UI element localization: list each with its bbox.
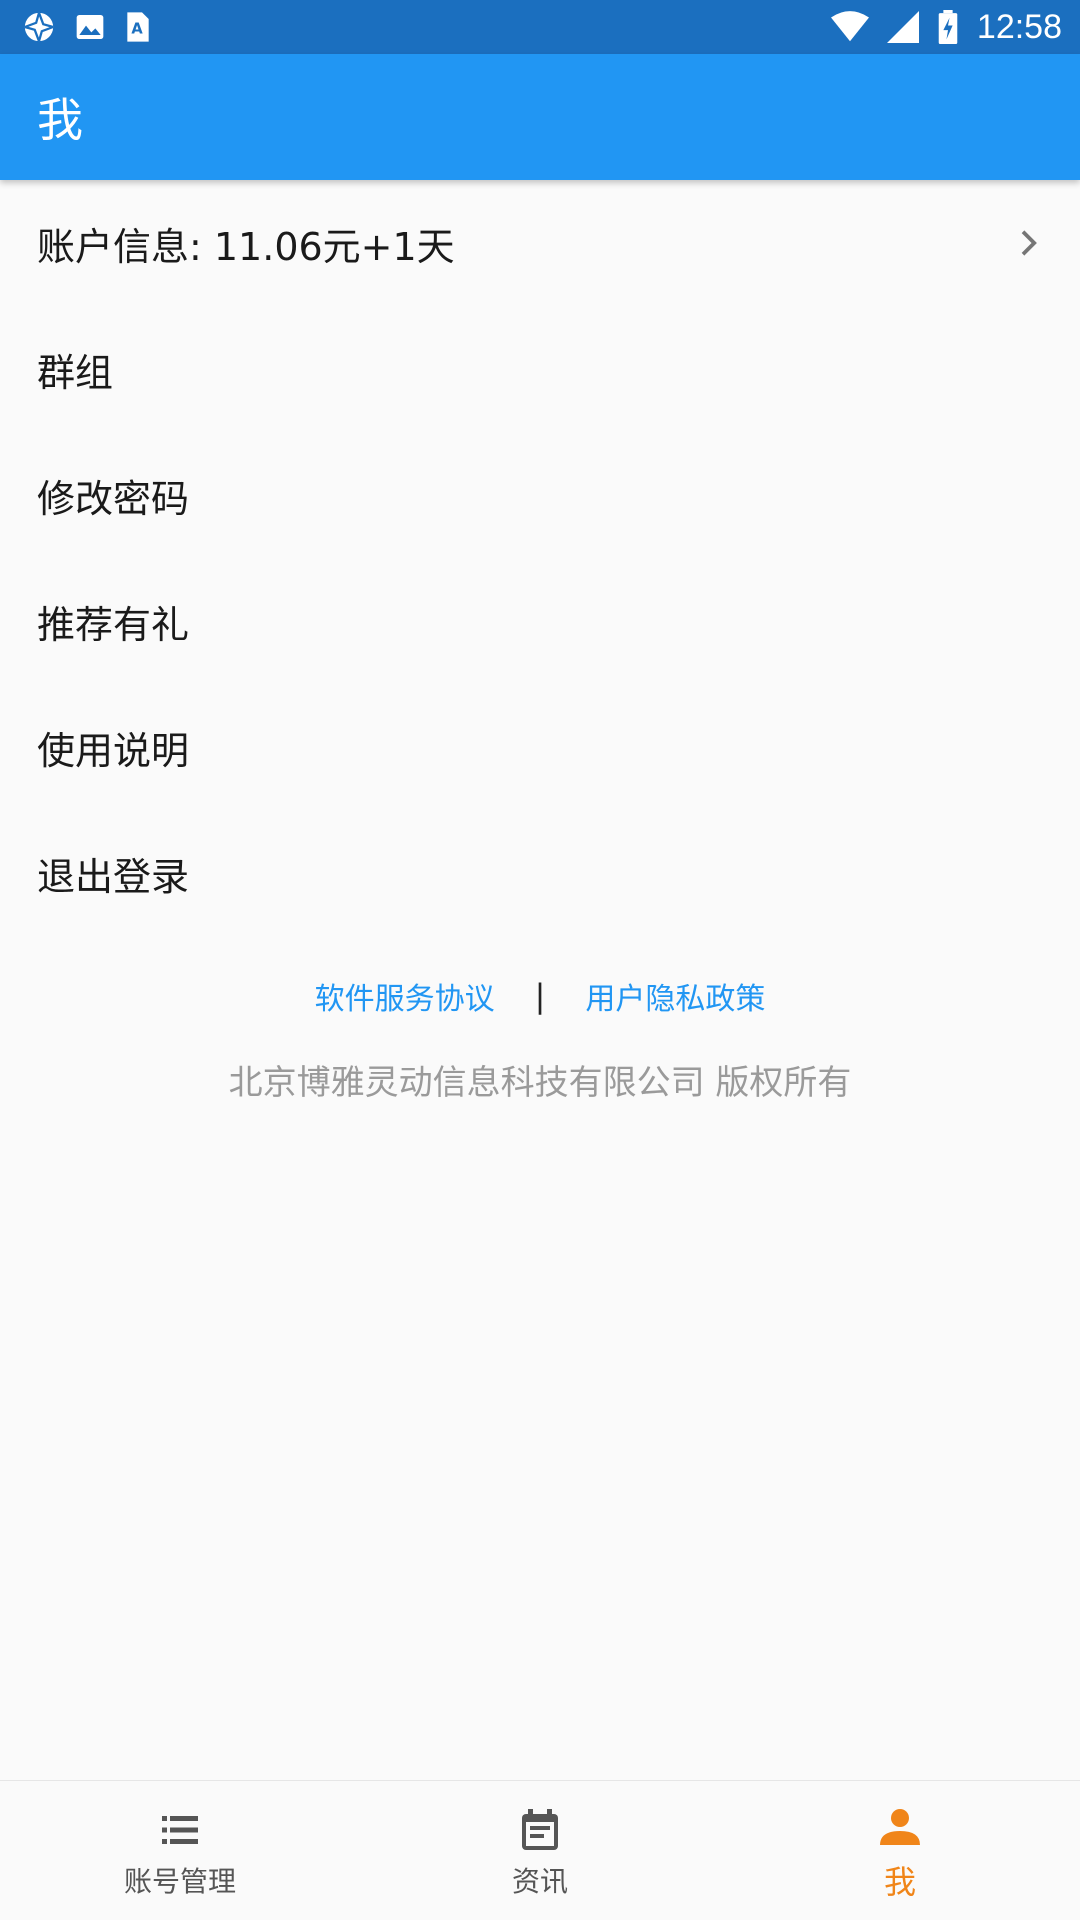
nav-item-label: 账号管理 xyxy=(123,1864,236,1898)
menu-item-groups[interactable]: 群组 xyxy=(0,306,1080,432)
text-app-icon: A xyxy=(127,12,149,42)
menu-item-label: 退出登录 xyxy=(37,854,190,899)
page-title: 我 xyxy=(37,93,83,147)
wifi-icon xyxy=(830,11,869,42)
image-icon xyxy=(76,15,104,39)
footer-links: 软件服务协议 | 用户隐私政策 xyxy=(0,970,1080,1022)
svg-text:A: A xyxy=(131,21,143,38)
menu-item-referral[interactable]: 推荐有礼 xyxy=(0,558,1080,684)
link-separator: | xyxy=(534,977,546,1015)
copyright-text: 北京博雅灵动信息科技有限公司 版权所有 xyxy=(228,1063,852,1103)
bottom-nav: 账号管理 资讯 我 xyxy=(0,1780,1080,1920)
service-agreement-link[interactable]: 软件服务协议 xyxy=(315,974,495,1018)
list-icon xyxy=(162,1815,198,1844)
menu-item-label: 推荐有礼 xyxy=(37,602,190,647)
menu-item-logout[interactable]: 退出登录 xyxy=(0,810,1080,936)
status-left-icons: A xyxy=(22,10,152,44)
app-bar: 我 xyxy=(0,54,1080,180)
menu-item-instructions[interactable]: 使用说明 xyxy=(0,684,1080,810)
menu-item-account-info[interactable]: 账户信息: 11.06元+1天 xyxy=(0,180,1080,306)
menu-list: 账户信息: 11.06元+1天 群组 修改密码 推荐有礼 使用说明 退出登录 xyxy=(0,180,1080,936)
menu-item-label: 群组 xyxy=(37,350,114,395)
aperture-icon xyxy=(24,12,54,42)
nav-item-me[interactable]: 我 xyxy=(720,1781,1080,1920)
status-time: 12:58 xyxy=(976,7,1062,46)
nav-item-label: 资讯 xyxy=(511,1864,568,1898)
chevron-right-icon xyxy=(1021,230,1037,256)
nav-item-account-management[interactable]: 账号管理 xyxy=(0,1781,360,1920)
nav-item-label: 我 xyxy=(883,1862,916,1901)
signal-icon xyxy=(886,11,919,43)
menu-item-label: 修改密码 xyxy=(37,476,190,521)
battery-charging-icon xyxy=(938,10,958,44)
person-icon xyxy=(880,1808,920,1845)
privacy-policy-link[interactable]: 用户隐私政策 xyxy=(585,974,765,1018)
status-bar: A 12:58 xyxy=(0,0,1080,54)
status-right-icons: 12:58 xyxy=(830,7,1062,47)
menu-item-label: 账户信息: 11.06元+1天 xyxy=(37,224,455,269)
menu-item-change-password[interactable]: 修改密码 xyxy=(0,432,1080,558)
menu-item-label: 使用说明 xyxy=(37,728,190,773)
calendar-note-icon xyxy=(522,1808,558,1850)
nav-item-news[interactable]: 资讯 xyxy=(360,1781,720,1920)
